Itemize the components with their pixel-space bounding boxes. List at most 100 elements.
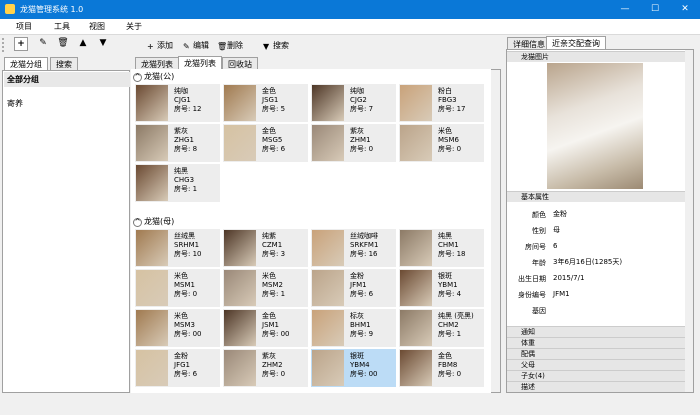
chinchilla-card[interactable]: 紫灰 ZHM1 房号: 0 — [311, 124, 396, 162]
basic-section-header[interactable]: 基本属性 — [507, 191, 685, 202]
chinchilla-card[interactable]: 银斑 YBM4 房号: 00 — [311, 349, 396, 387]
chinchilla-card[interactable]: 米色 MSM6 房号: 0 — [399, 124, 484, 162]
card-room: 房号: 7 — [350, 105, 374, 113]
card-room: 房号: 1 — [438, 330, 462, 338]
edit-button[interactable]: ✎ 编辑 — [183, 40, 209, 51]
card-code: MSM3 — [174, 321, 195, 329]
chinchilla-card[interactable]: 银斑 YBM1 房号: 4 — [399, 269, 484, 307]
collapse-icon[interactable]: ^ — [133, 73, 142, 82]
add-box-icon[interactable]: + — [14, 37, 28, 51]
card-color: 紫灰 — [174, 127, 188, 135]
add-button[interactable]: + 添加 — [147, 40, 173, 51]
delete-button[interactable]: 🗑删除 — [217, 40, 243, 51]
chinchilla-card[interactable]: 纯黑 (亮黑) CHM2 房号: 1 — [399, 309, 484, 347]
arrow-up-icon[interactable]: ▲ — [76, 37, 90, 51]
card-code: MSM6 — [438, 136, 459, 144]
chinchilla-card[interactable]: 纯黑 CHG3 房号: 1 — [135, 164, 220, 202]
card-code: YBM1 — [438, 281, 458, 289]
chinchilla-card[interactable]: 粉白 FBG3 房号: 17 — [399, 84, 484, 122]
list-toolbar: + 添加 ✎ 编辑 🗑删除 ▼ 搜索 — [135, 37, 495, 53]
chinchilla-card[interactable]: 金色 JSM1 房号: 00 — [223, 309, 308, 347]
chinchilla-card[interactable]: 金色 JSG1 房号: 5 — [223, 84, 308, 122]
collapse-icon[interactable]: ^ — [133, 218, 142, 227]
chinchilla-card[interactable]: 米色 MSM2 房号: 1 — [223, 269, 308, 307]
card-code: CHG3 — [174, 176, 195, 184]
group-list-header[interactable]: 全部分组 — [4, 72, 130, 87]
close-button[interactable]: ✕ — [670, 0, 700, 19]
detail-scrollbar[interactable] — [685, 50, 693, 392]
chinchilla-thumbnail — [312, 310, 344, 346]
search-button[interactable]: ▼ 搜索 — [263, 40, 289, 51]
photo-section-header[interactable]: 龙猫图片 — [507, 51, 685, 62]
tab-left-search[interactable]: 搜索 — [50, 57, 78, 70]
property-value[interactable] — [551, 304, 663, 316]
main-toolbar: + ✎ 🗑 ▲ ▼ — [0, 35, 130, 55]
tab-groups[interactable]: 龙猫分组 — [4, 57, 48, 71]
chinchilla-card[interactable]: 纯咖 CJG2 房号: 7 — [311, 84, 396, 122]
collapsible-section[interactable]: 子女(4) — [507, 370, 685, 381]
menu-about[interactable]: 关于 — [126, 21, 142, 32]
card-code: SRKFM1 — [350, 241, 379, 249]
property-label: 房间号 — [525, 243, 546, 251]
chinchilla-card[interactable]: 紫灰 ZHM2 房号: 0 — [223, 349, 308, 387]
collapsible-section[interactable]: 父母 — [507, 359, 685, 370]
chinchilla-thumbnail — [312, 85, 344, 121]
collapsible-section[interactable]: 配偶 — [507, 348, 685, 359]
menu-project[interactable]: 项目 — [16, 21, 32, 32]
collapsible-section[interactable]: 体重 — [507, 337, 685, 348]
chinchilla-grid: ^ 龙猫(公) 纯咖 CJG1 房号: 12 金色 JSG1 房号: 5 纯咖 CJG2 房号: 7… — [131, 69, 491, 393]
group-header[interactable]: ^ 龙猫(母) — [133, 216, 174, 228]
card-code: JSM1 — [262, 321, 280, 329]
chinchilla-card[interactable]: 纯黑 CHM1 房号: 18 — [399, 229, 484, 267]
chinchilla-thumbnail — [400, 310, 432, 346]
maximize-button[interactable]: ☐ — [640, 0, 670, 19]
trash-icon[interactable]: 🗑 — [56, 37, 70, 51]
tab-list-2[interactable]: 龙猫列表 — [178, 56, 222, 70]
group-item-foster[interactable]: 寄养 — [7, 98, 23, 109]
property-value[interactable]: 3年6月16日(1285天) — [551, 256, 663, 268]
property-label: 身份编号 — [518, 291, 546, 299]
pencil-icon[interactable]: ✎ — [36, 37, 50, 51]
chinchilla-photo — [547, 63, 643, 189]
property-value[interactable]: 2015/7/1 — [551, 272, 663, 284]
chinchilla-card[interactable]: 标灰 BHM1 房号: 9 — [311, 309, 396, 347]
card-color: 金粉 — [174, 352, 188, 360]
edit-label: 编辑 — [193, 41, 209, 50]
chinchilla-card[interactable]: 米色 MSM3 房号: 00 — [135, 309, 220, 347]
chinchilla-card[interactable]: 金粉 JFG1 房号: 6 — [135, 349, 220, 387]
chinchilla-card[interactable]: 米色 MSM1 房号: 0 — [135, 269, 220, 307]
section-label: 描述 — [521, 383, 535, 391]
card-color: 金色 — [262, 127, 276, 135]
property-value[interactable]: 金粉 — [551, 208, 663, 220]
grid-scrollbar[interactable] — [491, 70, 500, 392]
tab-inbreeding[interactable]: 近亲交配查询 — [546, 36, 606, 50]
chinchilla-card[interactable]: 丝绒咖啡 SRKFM1 房号: 16 — [311, 229, 396, 267]
card-code: JFG1 — [174, 361, 190, 369]
property-value[interactable]: 6 — [551, 240, 663, 252]
chinchilla-card[interactable]: 丝绒黑 SRHM1 房号: 10 — [135, 229, 220, 267]
chinchilla-card[interactable]: 纯咖 CJG1 房号: 12 — [135, 84, 220, 122]
chinchilla-thumbnail — [400, 125, 432, 161]
menu-tools[interactable]: 工具 — [54, 21, 70, 32]
menu-view[interactable]: 视图 — [89, 21, 105, 32]
property-value[interactable]: JFM1 — [551, 288, 663, 300]
chinchilla-thumbnail — [224, 125, 256, 161]
chinchilla-card[interactable]: 纯紫 CZM1 房号: 3 — [223, 229, 308, 267]
chinchilla-card[interactable]: 金色 FBM8 房号: 0 — [399, 349, 484, 387]
card-room: 房号: 1 — [174, 185, 198, 193]
arrow-down-icon[interactable]: ▼ — [96, 37, 110, 51]
collapsible-section[interactable]: 通知 — [507, 326, 685, 337]
group-label: 龙猫(母) — [144, 217, 175, 226]
minimize-button[interactable]: — — [610, 0, 640, 19]
toolbar-grip[interactable] — [2, 38, 6, 52]
chinchilla-card[interactable]: 金色 MSG5 房号: 6 — [223, 124, 308, 162]
card-code: CJG1 — [174, 96, 191, 104]
card-color: 银斑 — [350, 352, 364, 360]
property-value[interactable]: 母 — [551, 224, 663, 236]
collapsible-section[interactable]: 描述 — [507, 381, 685, 392]
card-color: 丝绒咖啡 — [350, 232, 378, 240]
chinchilla-card[interactable]: 紫灰 ZHG1 房号: 8 — [135, 124, 220, 162]
chinchilla-card[interactable]: 金粉 JFM1 房号: 6 — [311, 269, 396, 307]
group-header[interactable]: ^ 龙猫(公) — [133, 71, 174, 83]
property-label: 出生日期 — [518, 275, 546, 283]
